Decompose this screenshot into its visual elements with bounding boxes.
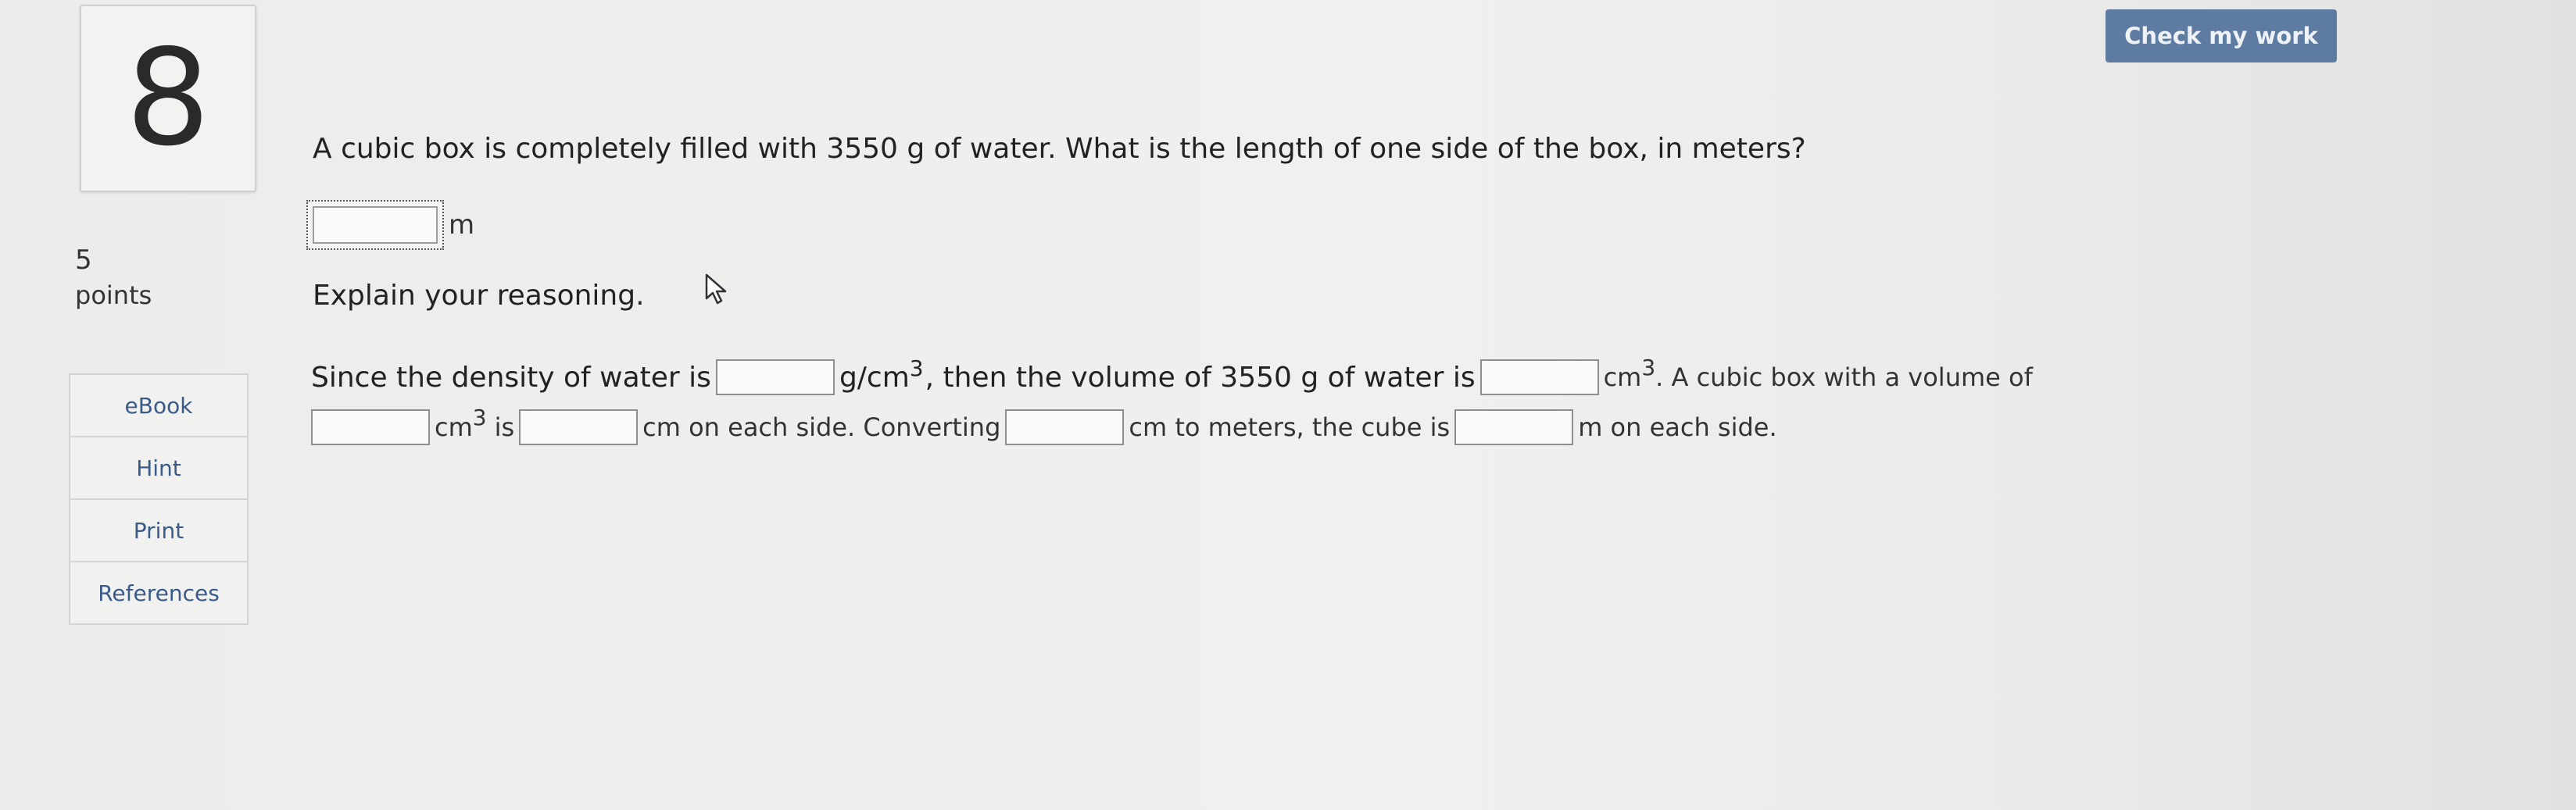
print-link[interactable]: Print <box>70 500 247 562</box>
side-length-m-input[interactable] <box>1454 409 1574 445</box>
answer-focus-outline <box>306 200 444 250</box>
reasoning-text-7: m on each side. <box>1578 412 1777 442</box>
question-number: 8 <box>125 21 211 176</box>
reasoning-text-5: cm on each side. Converting <box>642 412 1001 442</box>
volume-unit: cm3 <box>1603 355 1656 393</box>
density-unit: g/cm3 <box>839 355 924 394</box>
ebook-link[interactable]: eBook <box>70 375 247 437</box>
cube-volume-input[interactable] <box>311 409 430 445</box>
converting-cm-input[interactable] <box>1005 409 1125 445</box>
question-text: A cubic box is completely filled with 35… <box>313 133 1806 165</box>
explain-prompt: Explain your reasoning. <box>313 280 645 312</box>
answer-row: m <box>306 200 474 250</box>
density-input[interactable] <box>715 359 835 395</box>
check-my-work-button[interactable]: Check my work <box>2106 9 2337 62</box>
reasoning-text-1: Since the density of water is <box>311 361 711 394</box>
answer-unit: m <box>449 209 475 241</box>
side-length-cm-input[interactable] <box>519 409 639 445</box>
reasoning-line-2: cm3 is cm on each side. Converting cm to… <box>311 405 1777 445</box>
hint-link[interactable]: Hint <box>70 437 247 500</box>
reasoning-line-1: Since the density of water is g/cm3 , th… <box>311 355 2033 395</box>
points-value: 5 <box>75 244 92 276</box>
reasoning-text-2: , then the volume of 3550 g of water is <box>925 361 1476 394</box>
side-tools-panel: eBook Hint Print References <box>69 373 249 625</box>
mouse-pointer-icon <box>703 272 732 309</box>
question-number-box: 8 <box>80 5 256 192</box>
reasoning-text-4: is <box>494 412 515 442</box>
answer-input[interactable] <box>313 206 438 244</box>
reasoning-text-3: . A cubic box with a volume of <box>1655 362 2033 392</box>
reasoning-text-6: cm to meters, the cube is <box>1129 412 1451 442</box>
volume-input[interactable] <box>1479 359 1599 395</box>
references-link[interactable]: References <box>70 562 247 623</box>
points-label: points <box>75 280 152 310</box>
cube-volume-unit: cm3 <box>435 405 487 443</box>
